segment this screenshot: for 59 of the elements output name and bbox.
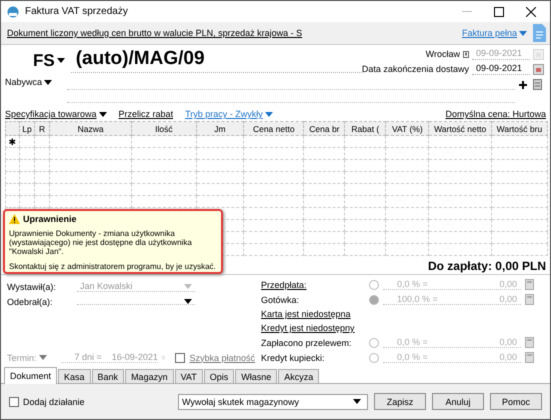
person-label: Wystawił(a): <box>7 282 57 292</box>
column-header[interactable]: VAT (%) <box>386 122 429 136</box>
warehouse-effect-dropdown[interactable]: Wywołaj skutek magazynowy <box>178 394 368 410</box>
column-header[interactable]: Lp <box>20 122 35 136</box>
new-row-marker: ✱ <box>8 136 16 146</box>
payment-percent: 100,0 % = <box>397 294 438 304</box>
payment-label: Gotówka: <box>261 294 300 304</box>
column-header[interactable]: Wartość netto <box>428 122 492 136</box>
window-title: Faktura VAT sprzedaży <box>25 6 129 17</box>
specification-menu[interactable]: Specyfikacja towarowa <box>5 109 107 119</box>
column-header[interactable]: Rabat ( <box>344 122 386 136</box>
buyer-dropdown[interactable]: Nabywca <box>5 77 63 87</box>
tooltip-hint: Skontaktuj się z administratorem programu, by je uzyskać. <box>9 262 217 271</box>
tab[interactable]: Opis <box>204 369 234 383</box>
tooltip-text: Uprawnienie Dokumenty - zmiana użytkownika (wystawiającego) nie jest dostępne dla użytkownika "Kowalski Jan". <box>9 229 193 257</box>
payment-label: Kredyt kupiecki: <box>261 352 326 362</box>
invoice-type-menu[interactable]: Faktura pełna <box>462 28 527 38</box>
payment-label[interactable]: Przedpłata: <box>261 280 357 290</box>
column-header[interactable]: Cena netto <box>244 122 304 136</box>
payment-link[interactable]: Kredyt jest niedostępny <box>261 323 355 333</box>
payment-amount: 0,00 <box>499 294 517 304</box>
column-header[interactable]: Wartość bru <box>491 122 548 136</box>
column-header[interactable]: R <box>34 122 50 136</box>
column-header[interactable]: Jm <box>196 122 244 136</box>
tooltip-title: Uprawnienie <box>23 214 77 224</box>
delivery-date-field[interactable]: 09-09-2021 <box>472 63 530 75</box>
recalc-discount-link[interactable]: Przelicz rabat <box>118 109 174 119</box>
work-mode-menu[interactable]: Tryb pracy - Zwykły <box>185 109 273 119</box>
term-days: 7 dni = <box>74 352 102 362</box>
column-header[interactable]: Cena br <box>304 122 345 136</box>
tab[interactable]: Bank <box>92 369 124 383</box>
quick-pay-link[interactable]: Szybka płatność <box>189 352 255 362</box>
tab[interactable]: Własne <box>235 369 278 383</box>
tab[interactable]: Magazyn <box>125 369 174 383</box>
payment-amount: 0,00 <box>499 352 517 362</box>
payment-label: Zapłacono przelewem: <box>261 338 353 348</box>
payment-amount: 0,00 <box>499 337 517 347</box>
payment-percent: 0,0 % = <box>397 337 428 347</box>
dialog-button[interactable]: Pomoc <box>490 393 542 410</box>
place-label: Wrocław <box>426 49 460 59</box>
payment-amount: 0,00 <box>499 279 517 289</box>
document-number: (auto)/MAG/09 <box>70 48 362 73</box>
tab[interactable]: VAT <box>174 369 203 383</box>
tab[interactable]: Kasa <box>58 369 91 383</box>
series-dropdown[interactable]: FS <box>33 50 65 70</box>
person-label: Odebrał(a): <box>7 297 54 307</box>
dialog-button[interactable]: Zapisz <box>374 393 426 410</box>
column-header[interactable]: Ilość <box>132 122 196 136</box>
add-action-label[interactable]: Dodaj działanie <box>23 396 85 406</box>
column-header[interactable]: Nazwa <box>50 122 132 136</box>
delivery-date-label: Data zakończenia dostawy <box>362 64 469 74</box>
payment-percent: 0,0 % = <box>397 352 428 362</box>
dialog-button[interactable]: Anuluj <box>432 393 484 410</box>
default-price-link[interactable]: Domyślna cena: Hurtowa <box>445 109 546 119</box>
payment-link[interactable]: Karta jest niedostępna <box>261 309 351 319</box>
document-info-link[interactable]: Dokument liczony według cen brutto w walucie PLN, sprzedaż krajowa - S <box>7 28 456 38</box>
payment-percent: 0,0 % = <box>397 279 428 289</box>
tab[interactable]: Akcyza <box>278 369 320 383</box>
tab[interactable]: Dokument <box>4 367 58 384</box>
